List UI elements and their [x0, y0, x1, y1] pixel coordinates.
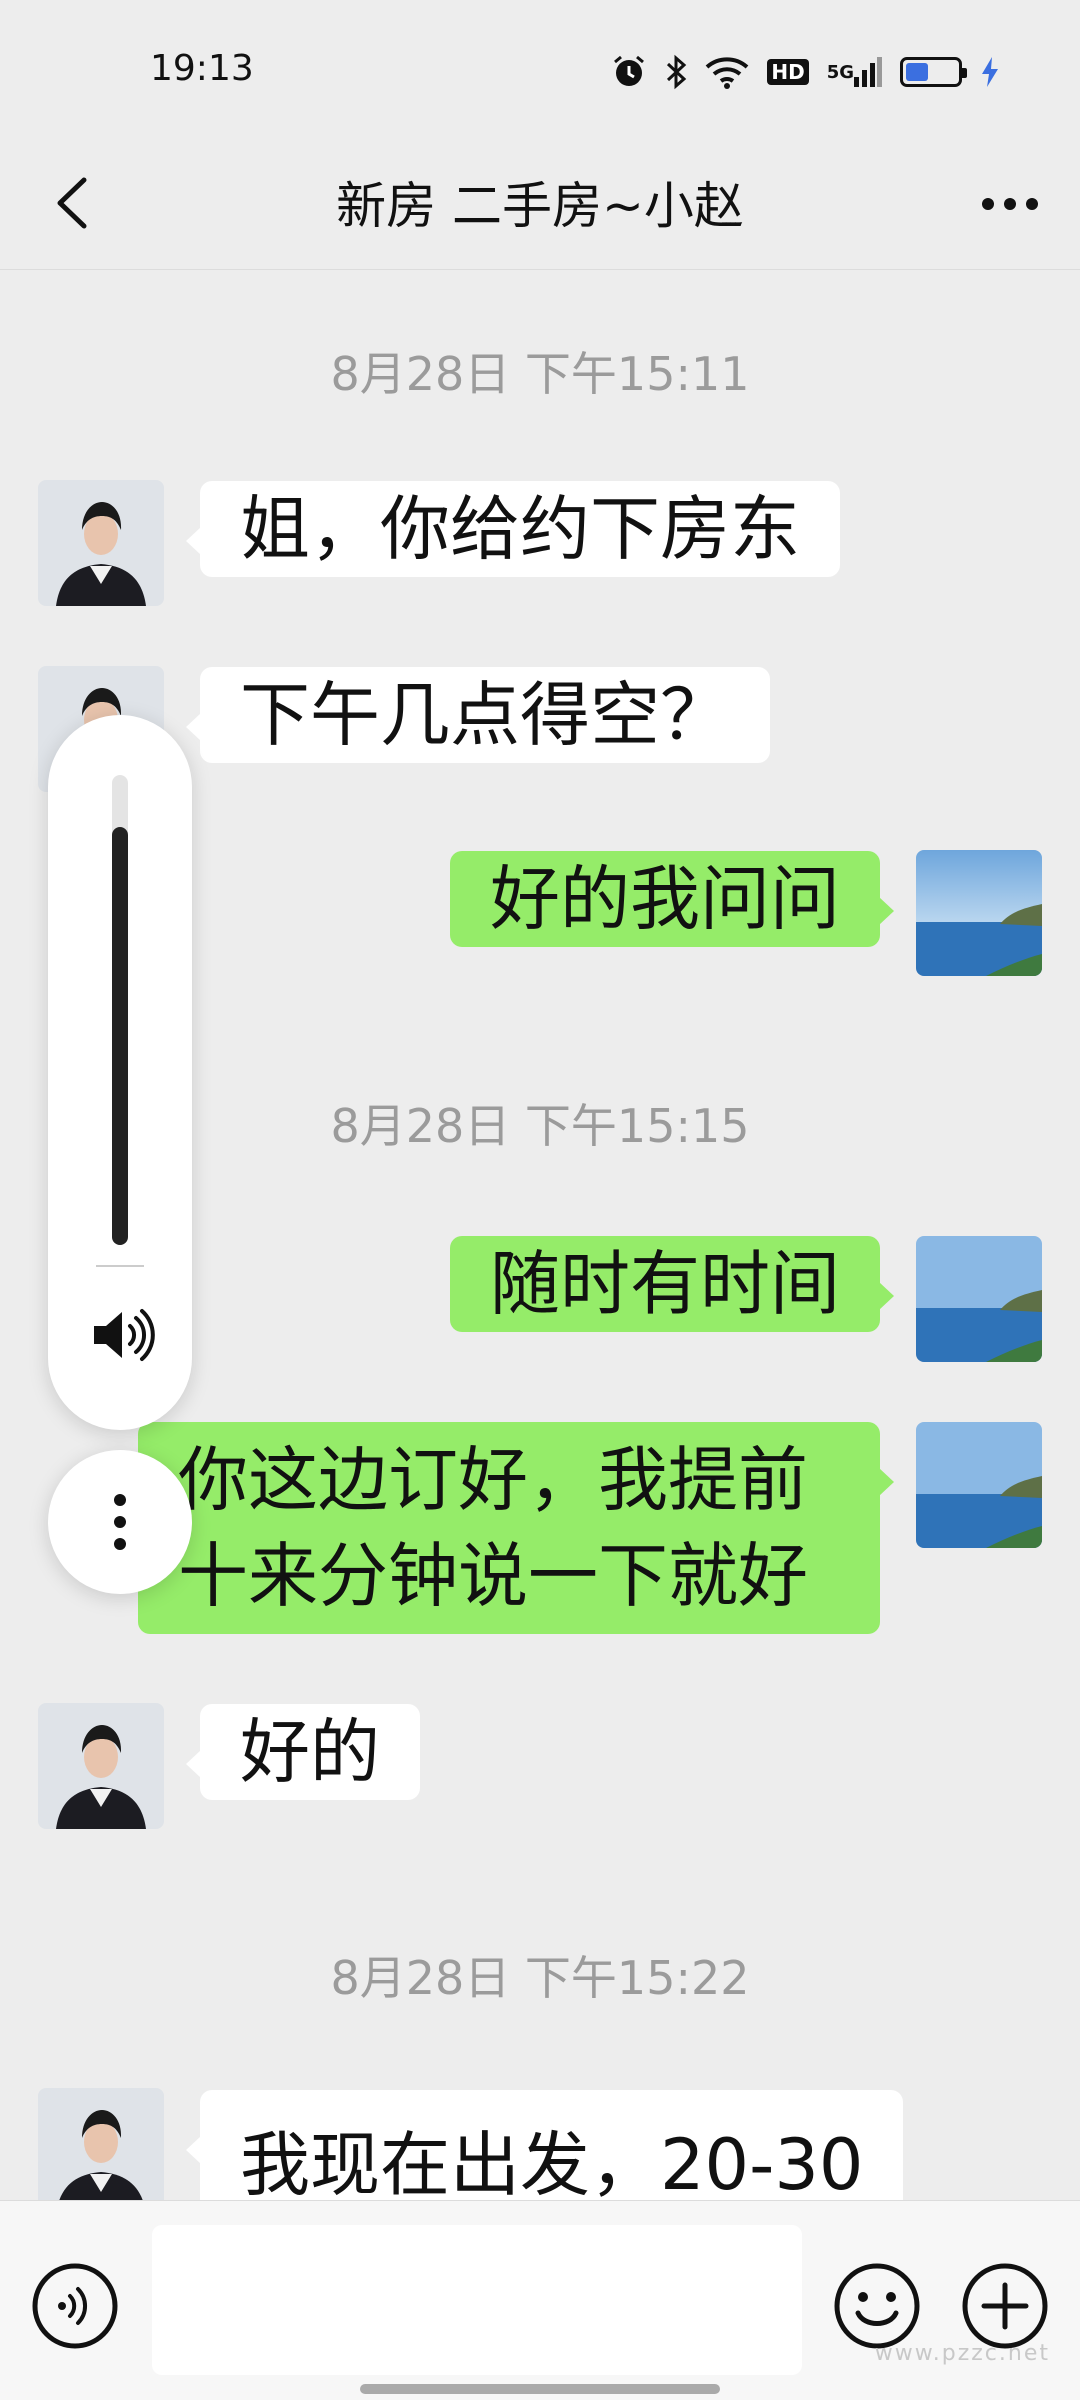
- more-icon: [982, 198, 1038, 210]
- emoji-icon: [834, 2263, 920, 2349]
- message-bubble-outgoing[interactable]: 随时有时间: [450, 1236, 894, 1332]
- contact-avatar[interactable]: [38, 1703, 164, 1829]
- message-bubble-incoming[interactable]: 姐，你给约下房东: [186, 481, 840, 577]
- message-input[interactable]: [152, 2225, 802, 2375]
- voice-button[interactable]: [30, 2261, 120, 2351]
- battery-fill: [906, 63, 928, 81]
- message-bubble-incoming[interactable]: 下午几点得空？: [186, 667, 770, 763]
- contact-avatar[interactable]: [38, 480, 164, 606]
- message-line: 十来分钟说一下就好: [178, 1535, 808, 1617]
- alarm-icon: [611, 54, 647, 90]
- bluetooth-icon: [665, 54, 687, 90]
- volume-more-button[interactable]: [48, 1450, 192, 1594]
- message-bubble-incoming[interactable]: 我现在出发，20-30: [185, 2090, 904, 2200]
- contact-avatar[interactable]: [38, 2088, 164, 2200]
- message-bubble-outgoing[interactable]: 好的我问问: [450, 851, 894, 947]
- hd-icon: HD: [767, 59, 809, 85]
- chat-title: 新房 二手房~小赵: [336, 177, 744, 235]
- timestamp: 8月28日 下午15:11: [330, 347, 750, 401]
- battery-icon: [900, 57, 967, 87]
- watermark: www.pzzc.net: [874, 2341, 1050, 2366]
- speaker-icon[interactable]: [86, 1300, 156, 1370]
- more-button[interactable]: [970, 168, 1050, 238]
- network-label: 5G: [826, 61, 854, 83]
- my-avatar[interactable]: [916, 1422, 1042, 1548]
- status-icons: HD 5G: [611, 50, 1000, 94]
- timestamp: 8月28日 下午15:22: [330, 1951, 750, 2005]
- vertical-dots-icon: [114, 1494, 126, 1550]
- message-line: 你这边订好，我提前: [178, 1439, 808, 1521]
- chat-header: 新房 二手房~小赵: [0, 140, 1080, 270]
- status-time: 19:13: [150, 48, 254, 89]
- charging-icon: [980, 55, 1000, 89]
- emoji-button[interactable]: [832, 2261, 922, 2351]
- volume-slider[interactable]: [112, 775, 128, 1245]
- wifi-icon: [705, 55, 749, 89]
- plus-icon: [962, 2263, 1048, 2349]
- message-bubble-outgoing[interactable]: 你这边订好，我提前 十来分钟说一下就好: [138, 1422, 894, 1634]
- status-bar: 19:13 HD 5G: [0, 0, 1080, 140]
- message-bubble-incoming[interactable]: 好的: [186, 1704, 420, 1800]
- volume-panel[interactable]: [48, 715, 192, 1430]
- signal-icon: 5G: [827, 55, 882, 89]
- my-avatar[interactable]: [916, 850, 1042, 976]
- volume-level-fill: [112, 826, 128, 1245]
- home-indicator[interactable]: [360, 2384, 720, 2394]
- plus-button[interactable]: [960, 2261, 1050, 2351]
- voice-icon: [32, 2263, 118, 2349]
- input-bar: www.pzzc.net: [0, 2200, 1080, 2400]
- volume-divider: [96, 1265, 144, 1267]
- my-avatar[interactable]: [916, 1236, 1042, 1362]
